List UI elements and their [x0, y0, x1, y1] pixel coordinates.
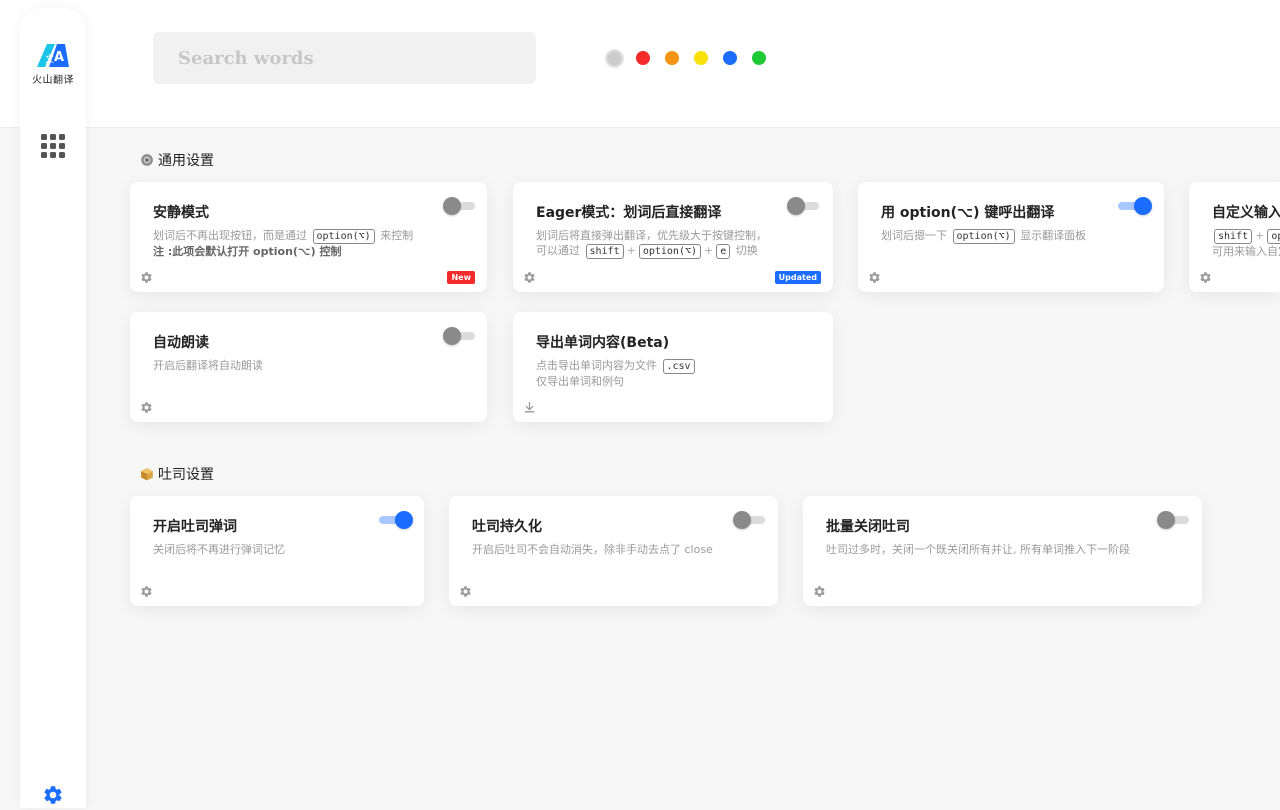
color-dot-orange[interactable] [665, 51, 679, 65]
section-title-text: 通用设置 [158, 153, 214, 169]
kbd-shift: shift [585, 244, 624, 259]
card-settings-icon[interactable] [140, 585, 153, 598]
card-title: 吐司持久化 [472, 519, 542, 535]
kbd-shift: shift [1214, 229, 1253, 244]
apps-grid-icon[interactable] [41, 134, 65, 158]
card-settings-icon[interactable] [1199, 271, 1212, 284]
logo-text: 火山翻译 [32, 75, 74, 86]
color-dot-gray[interactable] [605, 48, 624, 68]
color-filter-dots [605, 48, 781, 68]
card-eager-mode: Eager模式：划词后直接翻译 划词后将直接弹出翻译，优先级大于按键控制， 可以… [513, 182, 833, 292]
top-bar [0, 0, 1280, 128]
card-title: 自定义输入 [1212, 205, 1280, 221]
color-dot-red[interactable] [636, 51, 650, 65]
card-auto-read: 自动朗读 开启后翻译将自动朗读 [130, 312, 487, 422]
card-description: 开启后翻译将自动朗读 [153, 359, 263, 372]
app-logo[interactable]: 文 A 火山翻译 [20, 40, 86, 90]
card-quiet-mode: 安静模式 划词后不再出现按钮，而是通过 option(⌥) 来控制 注 :此项会… [130, 182, 487, 292]
color-dot-green[interactable] [752, 51, 766, 65]
card-description: 开启后吐司不会自动消失，除非手动去点了 close [472, 543, 713, 556]
card-settings-icon[interactable] [459, 585, 472, 598]
sidebar: 文 A 火山翻译 [20, 8, 86, 808]
section-title-text: 吐司设置 [158, 467, 214, 483]
kbd-option: op [1267, 229, 1280, 244]
card-title: 自动朗读 [153, 335, 209, 351]
logo-icon: 文 A [37, 44, 69, 67]
card-description: 关闭后将不再进行弹词记忆 [153, 543, 285, 556]
card-title: 开启吐司弹词 [153, 519, 237, 535]
card-custom-input: 自定义输入 shift+op 可用来输入自定 [1189, 182, 1280, 292]
card-description: 划词后不再出现按钮，而是通过 option(⌥) 来控制 注 :此项会默认打开 … [153, 229, 414, 258]
card-title: 用 option(⌥) 键呼出翻译 [881, 205, 1055, 221]
updated-badge: Updated [774, 271, 821, 284]
card-toast-persist: 吐司持久化 开启后吐司不会自动消失，除非手动去点了 close [449, 496, 778, 606]
kbd-csv: .csv [662, 359, 695, 374]
gear-emoji-icon [140, 153, 154, 167]
kbd-e: e [716, 244, 731, 259]
toast-popup-toggle[interactable] [379, 510, 413, 530]
card-title: 导出单词内容(Beta) [536, 335, 670, 351]
card-settings-icon[interactable] [813, 585, 826, 598]
toast-persist-toggle[interactable] [733, 510, 765, 530]
auto-read-toggle[interactable] [443, 326, 475, 346]
card-title: 批量关闭吐司 [826, 519, 910, 535]
card-title: Eager模式：划词后直接翻译 [536, 205, 722, 221]
card-title: 安静模式 [153, 205, 209, 221]
card-export-words: 导出单词内容(Beta) 点击导出单词内容为文件 .csv 仅导出单词和例句 [513, 312, 833, 422]
download-icon[interactable] [523, 401, 536, 414]
settings-gear-icon[interactable] [42, 784, 64, 806]
section-title-toast: 吐司设置 [140, 464, 214, 484]
card-description: 划词后摁一下 option(⌥) 显示翻译面板 [881, 229, 1087, 244]
kbd-option: option(⌥) [638, 244, 702, 259]
card-description: shift+op 可用来输入自定 [1212, 228, 1280, 259]
color-dot-blue[interactable] [723, 51, 737, 65]
section-title-general: 通用设置 [140, 150, 214, 170]
new-badge: New [447, 271, 475, 284]
card-settings-icon[interactable] [523, 271, 536, 284]
svg-text:文: 文 [45, 53, 54, 65]
search-input[interactable] [153, 32, 536, 84]
card-settings-icon[interactable] [140, 271, 153, 284]
card-toast-popup: 开启吐司弹词 关闭后将不再进行弹词记忆 [130, 496, 424, 606]
batch-close-toggle[interactable] [1157, 510, 1189, 530]
kbd-option: option(⌥) [952, 229, 1015, 244]
card-settings-icon[interactable] [868, 271, 881, 284]
color-dot-yellow[interactable] [694, 51, 708, 65]
card-description: 划词后将直接弹出翻译，优先级大于按键控制， 可以通过 shift + option(… [536, 229, 767, 259]
quiet-mode-toggle[interactable] [443, 196, 475, 216]
card-batch-close-toast: 批量关闭吐司 吐司过多时，关闭一个既关闭所有并让, 所有单词推入下一阶段 [803, 496, 1202, 606]
card-option-key: 用 option(⌥) 键呼出翻译 划词后摁一下 option(⌥) 显示翻译面… [858, 182, 1164, 292]
svg-text:A: A [54, 50, 64, 65]
eager-mode-toggle[interactable] [787, 196, 819, 216]
card-description: 吐司过多时，关闭一个既关闭所有并让, 所有单词推入下一阶段 [826, 543, 1130, 556]
card-settings-icon[interactable] [140, 401, 153, 414]
kbd-option: option(⌥) [312, 229, 375, 244]
option-key-toggle[interactable] [1118, 196, 1152, 216]
card-description: 点击导出单词内容为文件 .csv 仅导出单词和例句 [536, 358, 697, 389]
box-emoji-icon [140, 467, 154, 481]
